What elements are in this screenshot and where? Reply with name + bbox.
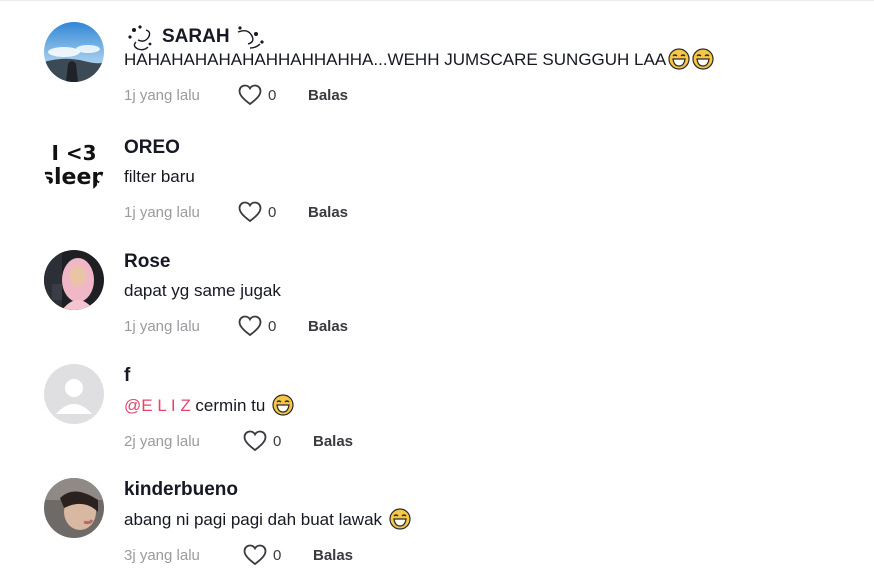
comment-text: abang ni pagi pagi dah buat lawak: [124, 508, 844, 531]
like-count: 0: [268, 203, 277, 221]
comment-meta: 1j yang lalu 0 Balas: [124, 83, 844, 107]
laughing-emoji-icon: [272, 394, 294, 416]
like-button[interactable]: 0: [243, 430, 313, 452]
photo-avatar-image: [44, 250, 104, 310]
comment-meta: 2j yang lalu 0 Balas: [124, 429, 844, 453]
laughing-emoji-icon: [692, 48, 714, 70]
avatar[interactable]: I <3 sleep: [44, 136, 104, 196]
reply-button[interactable]: Balas: [308, 204, 348, 221]
comment-username[interactable]: f: [124, 364, 844, 388]
like-button[interactable]: 0: [238, 315, 308, 337]
like-count: 0: [273, 432, 282, 450]
reply-button[interactable]: Balas: [308, 318, 348, 335]
reply-button[interactable]: Balas: [313, 433, 353, 450]
comment-meta: 3j yang lalu 0 Balas: [124, 543, 844, 567]
like-button[interactable]: 0: [243, 544, 313, 566]
avatar-text-top: I <3: [51, 141, 96, 165]
comment-time: 1j yang lalu: [124, 86, 200, 104]
comment-username-text: SARAH: [162, 26, 230, 47]
comment-mention[interactable]: @E L I Z: [124, 396, 191, 415]
comment-text-content: HAHAHAHAHAHAHHAHHAHHA...WEHH JUMSCARE SU…: [124, 50, 667, 69]
comment-text-content: cermin tu: [190, 396, 266, 415]
comment-item: f @E L I Z cermin tu 2j yang lalu 0 Bala…: [44, 364, 844, 464]
comment-time: 3j yang lalu: [124, 546, 200, 564]
laughing-emoji-icon: [668, 48, 690, 70]
comment-username[interactable]: Rose: [124, 250, 844, 274]
comment-username[interactable]: kinderbueno: [124, 478, 844, 502]
top-divider: [0, 0, 874, 1]
landscape-avatar-image: [44, 22, 104, 82]
avatar[interactable]: [44, 364, 104, 424]
comment-item: Rose dapat yg same jugak 1j yang lalu 0 …: [44, 250, 844, 350]
i-heart-sleep-avatar-image: I <3 sleep: [44, 136, 104, 196]
comment-item: I <3 sleep OREO filter baru 1j yang lalu…: [44, 136, 844, 236]
heart-outline-icon: [238, 315, 262, 337]
heart-outline-icon: [238, 84, 262, 106]
heart-outline-icon: [243, 544, 267, 566]
like-button[interactable]: 0: [238, 201, 308, 223]
default-avatar-image: [44, 364, 104, 424]
comment-time: 1j yang lalu: [124, 317, 200, 335]
comment-time: 2j yang lalu: [124, 432, 200, 450]
comment-item: SARAH HAHAHAHAHAHAHHAHHAHHA...WEHH JUMSC…: [44, 22, 844, 122]
comment-text-content: abang ni pagi pagi dah buat lawak: [124, 510, 383, 529]
reply-button[interactable]: Balas: [313, 547, 353, 564]
comment-username[interactable]: SARAH: [124, 22, 844, 51]
avatar-text-bottom: sleep: [44, 165, 104, 190]
comment-meta: 1j yang lalu 0 Balas: [124, 314, 844, 338]
like-button[interactable]: 0: [238, 84, 308, 106]
comment-text: dapat yg same jugak: [124, 281, 281, 300]
heart-outline-icon: [238, 201, 262, 223]
photo-avatar-image: [44, 478, 104, 538]
reply-button[interactable]: Balas: [308, 87, 348, 104]
comment-meta: 1j yang lalu 0 Balas: [124, 200, 844, 224]
comment-item: kinderbueno abang ni pagi pagi dah buat …: [44, 478, 844, 574]
comment-time: 1j yang lalu: [124, 203, 200, 221]
like-count: 0: [273, 546, 282, 564]
avatar[interactable]: [44, 22, 104, 82]
comment-text: HAHAHAHAHAHAHHAHHAHHA...WEHH JUMSCARE SU…: [124, 48, 844, 71]
comment-text: @E L I Z cermin tu: [124, 394, 844, 417]
like-count: 0: [268, 86, 277, 104]
comment-text: filter baru: [124, 167, 195, 186]
avatar[interactable]: [44, 250, 104, 310]
comment-username[interactable]: OREO: [124, 136, 844, 160]
heart-outline-icon: [243, 430, 267, 452]
avatar[interactable]: [44, 478, 104, 538]
like-count: 0: [268, 317, 277, 335]
laughing-emoji-icon: [389, 508, 411, 530]
